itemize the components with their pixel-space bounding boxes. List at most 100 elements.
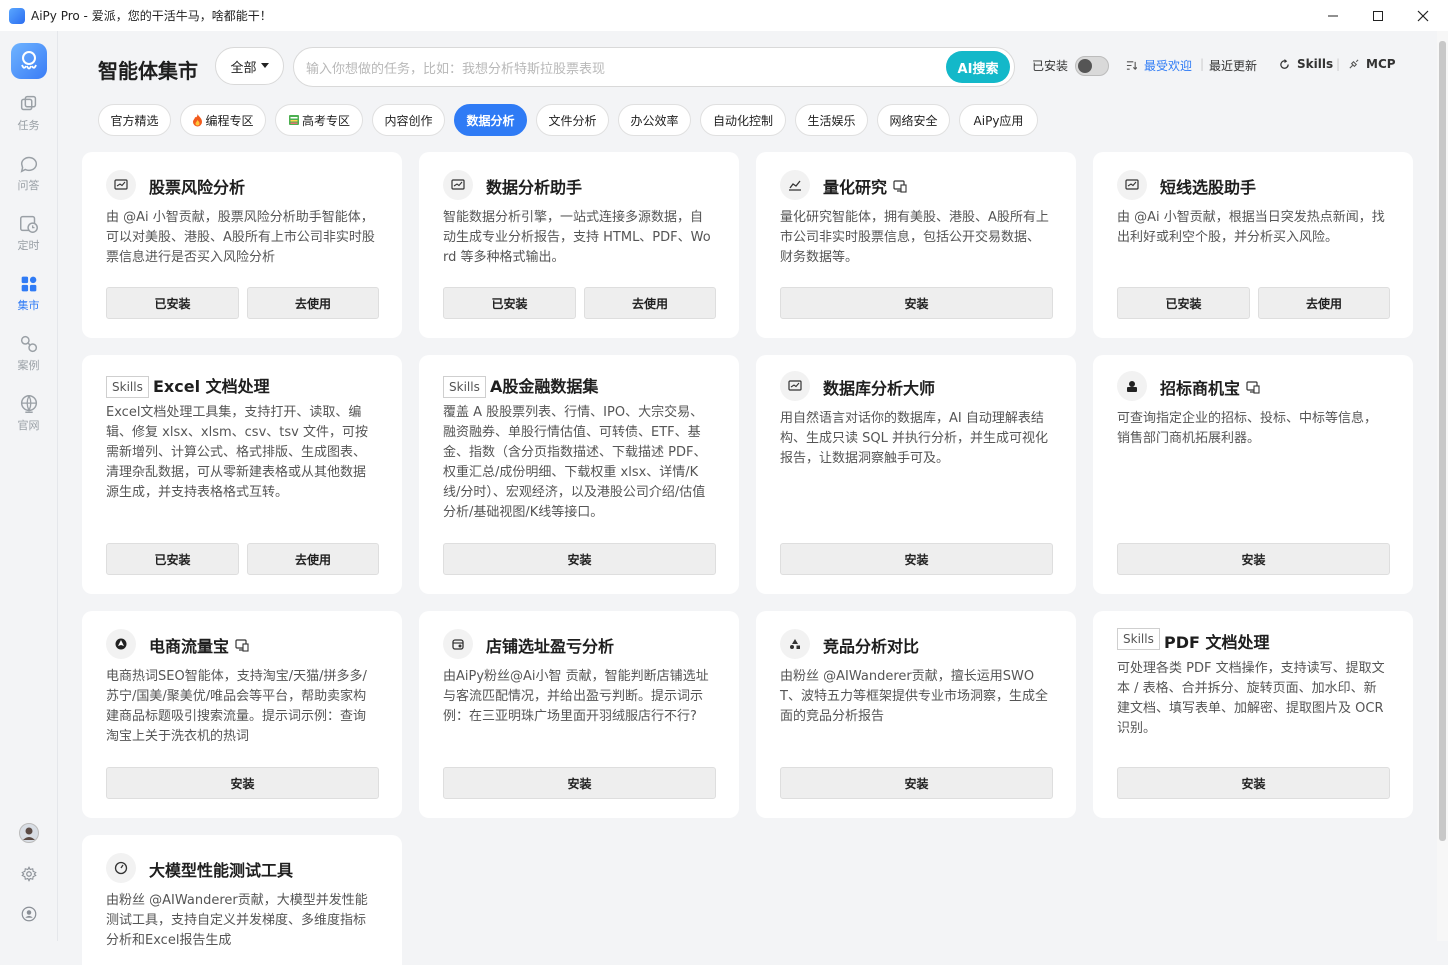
tab-security[interactable]: 网络安全	[877, 104, 950, 136]
tab-label: 官方精选	[110, 113, 159, 128]
search-bar[interactable]: 输入你想做的任务，比如：我想分析特斯拉股票表现 AI搜索	[293, 47, 1015, 87]
desktop-badge-icon	[1246, 381, 1260, 394]
chart-icon	[780, 371, 810, 401]
account-button[interactable]	[19, 904, 39, 924]
tab-automation[interactable]: 自动化控制	[700, 104, 786, 136]
agent-card: 招标商机宝 可查询指定企业的招标、投标、中标等信息，销售部门商机拓展利器。 安装	[1093, 355, 1413, 594]
card-title: 大模型性能测试工具	[149, 861, 294, 880]
close-button[interactable]	[1400, 0, 1446, 31]
tab-label: 办公效率	[630, 113, 679, 128]
use-button[interactable]: 去使用	[247, 543, 379, 575]
tab-label: 数据分析	[466, 113, 515, 128]
tab-gaokao[interactable]: 高考专区	[275, 104, 363, 136]
ai-search-button[interactable]: AI搜索	[946, 51, 1010, 83]
dropdown-value: 全部	[230, 60, 257, 76]
install-button[interactable]: 安装	[443, 767, 716, 799]
sort-popular[interactable]: 最受欢迎	[1126, 57, 1192, 74]
maximize-button[interactable]	[1355, 0, 1401, 31]
scrollbar-thumb[interactable]	[1439, 41, 1446, 841]
card-description: Excel文档处理工具集，支持打开、读取、编辑、修复 xlsx、xlsm、csv…	[106, 405, 368, 500]
agent-card: 量化研究 量化研究智能体，拥有美股、港股、A股所有上市公司非实时股票信息，包括公…	[756, 152, 1076, 338]
globe-icon	[20, 395, 37, 413]
install-button[interactable]: 安装	[1117, 543, 1390, 575]
share-icon	[20, 335, 37, 353]
card-title-text: 电商流量宝	[149, 637, 230, 656]
install-button[interactable]: 安装	[443, 543, 716, 575]
settings-button[interactable]	[19, 864, 39, 884]
mcp-link[interactable]: MCP	[1348, 57, 1396, 71]
installed-button[interactable]: 已安装	[106, 543, 239, 575]
sidebar-item-tasks[interactable]: 任务	[0, 87, 57, 139]
agent-card: 数据分析助手 智能数据分析引擎，一站式连接多源数据，自动生成专业分析报告，支持 …	[419, 152, 739, 338]
use-button[interactable]: 去使用	[247, 287, 379, 319]
sidebar-item-qa[interactable]: 问答	[0, 147, 57, 199]
sort-recent[interactable]: 最近更新	[1209, 57, 1257, 74]
user-avatar[interactable]	[19, 823, 39, 843]
use-button[interactable]: 去使用	[1258, 287, 1390, 319]
installed-button[interactable]: 已安装	[1117, 287, 1250, 319]
tab-aipy-apps[interactable]: AiPy应用	[959, 104, 1038, 136]
installed-button[interactable]: 已安装	[106, 287, 239, 319]
sidebar-item-website[interactable]: 官网	[0, 387, 57, 439]
install-button[interactable]: 安装	[780, 767, 1053, 799]
tab-data-analysis[interactable]: 数据分析	[454, 104, 527, 136]
skills-tag: Skills	[106, 376, 149, 398]
tab-file-analysis[interactable]: 文件分析	[536, 104, 609, 136]
desktop-badge-icon	[893, 180, 907, 193]
layers-icon	[20, 95, 36, 111]
tab-label: 生活娱乐	[807, 113, 856, 128]
install-button[interactable]: 安装	[780, 287, 1053, 319]
agent-card: 数据库分析大师 用自然语言对话你的数据库，AI 自动理解表结构、生成只读 SQL…	[756, 355, 1076, 594]
sidebar-item-market[interactable]: 集市	[0, 267, 57, 319]
agent-card: 电商流量宝 电商热词SEO智能体，支持淘宝/天猫/拼多多/苏宁/国美/聚美优/唯…	[82, 611, 402, 818]
chart-icon	[106, 170, 136, 200]
tab-label: 网络安全	[889, 113, 938, 128]
installed-toggle[interactable]	[1075, 56, 1109, 76]
installed-button[interactable]: 已安装	[443, 287, 576, 319]
agent-card: 股票风险分析 由 @Ai 小智贡献，股票风险分析助手智能体，可以对美股、港股、A…	[82, 152, 402, 338]
card-title: A股金融数据集	[490, 377, 599, 396]
card-description: 由 @Ai 小智贡献，根据当日突发热点新闻，找出利好或利空个股，并分析买入风险。	[1117, 210, 1385, 245]
use-button[interactable]: 去使用	[584, 287, 716, 319]
divider: |	[1336, 57, 1341, 71]
card-title: 电商流量宝	[149, 633, 249, 657]
sidebar-item-schedule[interactable]: 定时	[0, 207, 57, 259]
sidebar-item-label: 集市	[17, 299, 40, 312]
category-dropdown[interactable]: 全部	[215, 47, 284, 85]
tab-official[interactable]: 官方精选	[98, 104, 171, 136]
card-title: PDF 文档处理	[1164, 633, 1270, 652]
fire-icon	[193, 113, 203, 126]
tab-coding[interactable]: 编程专区	[180, 104, 266, 136]
card-title-text: 量化研究	[823, 178, 888, 197]
tab-label: 文件分析	[548, 113, 597, 128]
card-title: 短线选股助手	[1160, 178, 1257, 197]
tab-office[interactable]: 办公效率	[618, 104, 691, 136]
skills-label: Skills	[1297, 57, 1334, 71]
sidebar-item-label: 任务	[17, 119, 40, 132]
skills-link[interactable]: Skills	[1279, 57, 1333, 71]
install-button[interactable]: 安装	[106, 767, 379, 799]
tab-content[interactable]: 内容创作	[372, 104, 445, 136]
sidebar-item-label: 定时	[17, 239, 40, 252]
aipy-logo-icon[interactable]	[11, 43, 47, 79]
tab-life[interactable]: 生活娱乐	[795, 104, 868, 136]
search-input[interactable]: 输入你想做的任务，比如：我想分析特斯拉股票表现	[306, 58, 946, 77]
sort-icon	[1126, 61, 1137, 70]
sidebar-item-cases[interactable]: 案例	[0, 327, 57, 379]
agent-card: Skills Excel 文档处理 Excel文档处理工具集，支持打开、读取、编…	[82, 355, 402, 594]
chart-icon	[443, 170, 473, 200]
main-content: 智能体集市 全部 输入你想做的任务，比如：我想分析特斯拉股票表现 AI搜索 已安…	[57, 31, 1437, 965]
page-title: 智能体集市	[98, 59, 198, 83]
card-description: 智能数据分析引擎，一站式连接多源数据，自动生成专业分析报告，支持 HTML、PD…	[443, 210, 711, 265]
minimize-button[interactable]	[1310, 0, 1356, 31]
chart-icon	[1117, 170, 1147, 200]
card-description: 覆盖 A 股股票列表、行情、IPO、大宗交易、融资融券、单股行情估值、可转债、E…	[443, 405, 707, 520]
desktop-badge-icon	[235, 639, 249, 652]
install-button[interactable]: 安装	[1117, 767, 1390, 799]
card-title: 量化研究	[823, 174, 907, 198]
gear-icon	[21, 866, 37, 882]
trend-icon	[780, 170, 810, 200]
card-description: 由 @Ai 小智贡献，股票风险分析助手智能体，可以对美股、港股、A股所有上市公司…	[106, 210, 375, 265]
install-button[interactable]: 安装	[780, 543, 1053, 575]
window-title: AiPy Pro - 爱派，您的干活牛马，啥都能干！	[31, 9, 272, 23]
